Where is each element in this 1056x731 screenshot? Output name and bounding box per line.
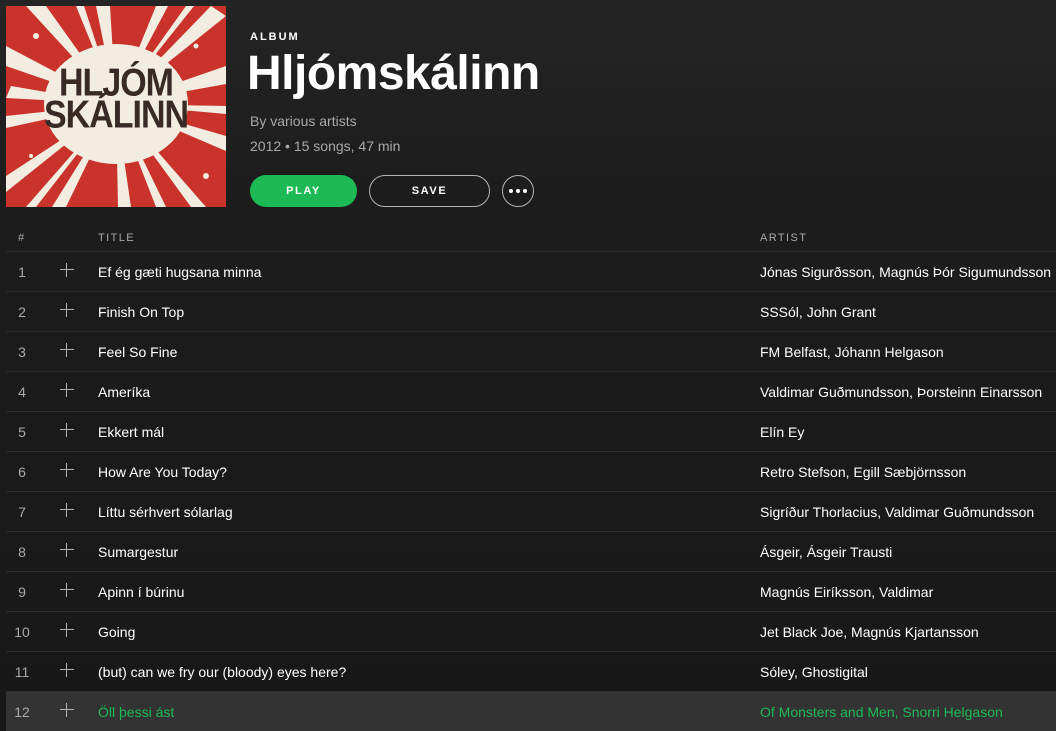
album-meta: 2012 • 15 songs, 47 min — [250, 138, 401, 154]
add-plus-icon[interactable] — [59, 542, 75, 558]
track-title: Finish On Top — [98, 304, 185, 320]
add-plus-icon[interactable] — [59, 462, 75, 478]
add-plus-icon[interactable] — [59, 382, 75, 398]
track-title: Ameríka — [98, 384, 151, 400]
track-number: 4 — [18, 384, 26, 400]
add-plus-icon[interactable] — [59, 422, 75, 438]
more-dots-icon — [523, 189, 527, 193]
album-byline[interactable]: By various artists — [250, 113, 357, 129]
track-number: 1 — [18, 264, 26, 280]
track-artist[interactable]: SSSól, John Grant — [760, 304, 876, 320]
add-plus-icon[interactable] — [59, 582, 75, 598]
table-row[interactable]: 6 How Are You Today? Retro Stefson, Egill … — [6, 452, 1056, 492]
album-cover[interactable]: HLJÓM SKÁLINN — [6, 6, 226, 207]
table-row[interactable]: 4 Ameríka Valdimar Guðmundsson, Þorsteinn … — [6, 372, 1056, 412]
table-row[interactable]: 3 Feel So Fine FM Belfast, Jóhann Helgason — [6, 332, 1056, 372]
cover-title-line2: SKÁLINN — [43, 93, 189, 137]
more-dots-icon — [516, 189, 520, 193]
track-artist[interactable]: Magnús Eiríksson, Valdimar — [760, 584, 933, 600]
track-artist[interactable]: Sóley, Ghostigital — [760, 664, 868, 680]
album-page: HLJÓM SKÁLINN ALBUM Hljómskálinn By vari… — [0, 0, 1056, 731]
add-plus-icon[interactable] — [59, 502, 75, 518]
track-number: 10 — [14, 624, 30, 640]
save-button[interactable]: SAVE — [369, 175, 490, 207]
add-plus-icon[interactable] — [59, 342, 75, 358]
track-title: Líttu sérhvert sólarlag — [98, 504, 233, 520]
track-artist[interactable]: Elín Ey — [760, 424, 804, 440]
track-title: Ekkert mál — [98, 424, 165, 440]
table-row[interactable]: 12 Öll þessi ást Of Monsters and Men, Snor… — [6, 692, 1056, 731]
table-row[interactable]: 1 Ef ég gæti hugsana minna Jónas Sigurðsso… — [6, 252, 1056, 292]
add-plus-icon[interactable] — [59, 302, 75, 318]
track-artist[interactable]: Sigríður Thorlacius, Valdimar Guðmundsso… — [760, 504, 1034, 520]
track-title: Feel So Fine — [98, 344, 178, 360]
track-number: 9 — [18, 584, 26, 600]
table-row[interactable]: 8 Sumargestur Ásgeir, Ásgeir Trausti — [6, 532, 1056, 572]
column-header-number[interactable]: # — [18, 232, 26, 244]
add-plus-icon[interactable] — [59, 702, 75, 718]
table-row[interactable]: 9 Apinn í búrinu Magnús Eiríksson, Valdima… — [6, 572, 1056, 612]
tracklist-header: # TITLE ARTIST — [6, 222, 1056, 252]
album-title: Hljómskálinn — [247, 47, 540, 100]
column-header-artist[interactable]: ARTIST — [760, 232, 807, 244]
table-row[interactable]: 2 Finish On Top SSSól, John Grant — [6, 292, 1056, 332]
tracklist: 1 Ef ég gæti hugsana minna Jónas Sigurðsso… — [6, 252, 1056, 731]
track-number: 8 — [18, 544, 26, 560]
track-number: 6 — [18, 464, 26, 480]
track-title: How Are You Today? — [98, 464, 227, 480]
column-header-title[interactable]: TITLE — [98, 232, 135, 244]
table-row[interactable]: 5 Ekkert mál Elín Ey — [6, 412, 1056, 452]
track-title: Going — [98, 624, 136, 640]
track-number: 3 — [18, 344, 26, 360]
track-artist[interactable]: Jet Black Joe, Magnús Kjartansson — [760, 624, 979, 640]
track-artist[interactable]: Ásgeir, Ásgeir Trausti — [760, 544, 892, 560]
table-row[interactable]: 7 Líttu sérhvert sólarlag Sigríður Thorlac… — [6, 492, 1056, 532]
track-number: 11 — [14, 664, 30, 680]
track-artist[interactable]: Valdimar Guðmundsson, Þorsteinn Einarsso… — [760, 384, 1042, 400]
more-dots-icon — [509, 189, 513, 193]
add-plus-icon[interactable] — [59, 262, 75, 278]
track-title: (but) can we fry our (bloody) eyes here? — [98, 664, 347, 680]
play-button[interactable]: PLAY — [250, 175, 357, 207]
track-number: 5 — [18, 424, 26, 440]
track-number: 12 — [14, 704, 30, 720]
track-artist[interactable]: Jónas Sigurðsson, Magnús Þór Sigumundsso… — [760, 264, 1051, 280]
track-title: Apinn í búrinu — [98, 584, 185, 600]
track-number: 2 — [18, 304, 26, 320]
track-number: 7 — [18, 504, 26, 520]
table-row[interactable]: 11 (but) can we fry our (bloody) eyes her… — [6, 652, 1056, 692]
track-title: Ef ég gæti hugsana minna — [98, 264, 262, 280]
add-plus-icon[interactable] — [59, 622, 75, 638]
track-artist[interactable]: Retro Stefson, Egill Sæbjörnsson — [760, 464, 966, 480]
more-options-button[interactable] — [502, 175, 534, 207]
track-title: Sumargestur — [98, 544, 179, 560]
track-artist[interactable]: FM Belfast, Jóhann Helgason — [760, 344, 944, 360]
track-title: Öll þessi ást — [98, 704, 175, 720]
add-plus-icon[interactable] — [59, 662, 75, 678]
album-type-label: ALBUM — [250, 31, 300, 43]
table-row[interactable]: 10 Going Jet Black Joe, Magnús Kjartansson — [6, 612, 1056, 652]
track-artist[interactable]: Of Monsters and Men, Snorri Helgason — [760, 704, 1003, 720]
